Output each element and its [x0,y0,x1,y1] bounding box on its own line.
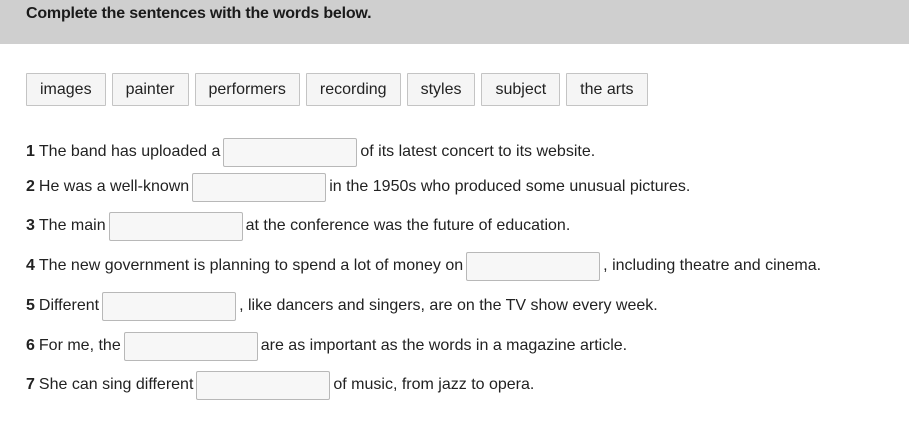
sentence-text-after: are as important as the words in a magaz… [260,337,628,354]
word-chip-subject[interactable]: subject [481,73,561,106]
sentence-text-before: For me, the [38,337,121,354]
word-chip-performers[interactable]: performers [194,73,300,106]
sentence-text-after: at the conference was the future of educ… [245,217,571,234]
sentence-7: 7 She can sing different of music, from … [26,370,534,400]
answer-gap-4[interactable] [466,251,601,281]
sentence-number: 6 [26,337,35,354]
sentence-4: 4 The new government is planning to spen… [26,251,821,281]
word-chip-images[interactable]: images [26,73,106,106]
answer-gap-2[interactable] [192,172,327,202]
answer-gap-7[interactable] [196,370,331,400]
sentence-number: 1 [26,143,35,160]
sentence-text-before: She can sing different [38,376,194,393]
word-chip-painter[interactable]: painter [111,73,189,106]
sentence-text-before: Different [38,297,100,314]
sentence-text-before: The band has uploaded a [38,143,221,160]
answer-gap-3[interactable] [108,211,243,241]
word-chip-styles[interactable]: styles [406,73,476,106]
sentence-text-after: , like dancers and singers, are on the T… [239,297,658,314]
sentence-text-after: of its latest concert to its website. [360,143,596,160]
sentence-text-after: , including theatre and cinema. [603,257,822,274]
sentence-6: 6 For me, the are as important as the wo… [26,331,627,361]
instructions-title: Complete the sentences with the words be… [26,5,372,22]
sentence-text-before: The main [38,217,106,234]
sentence-5: 5 Different , like dancers and singers, … [26,291,658,321]
sentence-1: 1 The band has uploaded a of its latest … [26,137,595,167]
sentence-text-before: The new government is planning to spend … [38,257,464,274]
sentence-number: 7 [26,376,35,393]
sentence-2: 2 He was a well-known in the 1950s who p… [26,172,690,202]
sentence-number: 2 [26,178,35,195]
sentence-text-after: in the 1950s who produced some unusual p… [329,178,691,195]
sentence-text-before: He was a well-known [38,178,190,195]
answer-gap-5[interactable] [102,291,237,321]
sentence-3: 3 The main at the conference was the fut… [26,211,570,241]
answer-gap-1[interactable] [223,137,358,167]
word-chip-recording[interactable]: recording [305,73,401,106]
sentence-number: 5 [26,297,35,314]
word-chip-the-arts[interactable]: the arts [566,73,648,106]
answer-gap-6[interactable] [123,331,258,361]
word-bank: images painter performers recording styl… [26,73,654,106]
instructions-header: Complete the sentences with the words be… [0,0,909,44]
sentence-number: 4 [26,257,35,274]
sentence-number: 3 [26,217,35,234]
sentence-text-after: of music, from jazz to opera. [333,376,535,393]
